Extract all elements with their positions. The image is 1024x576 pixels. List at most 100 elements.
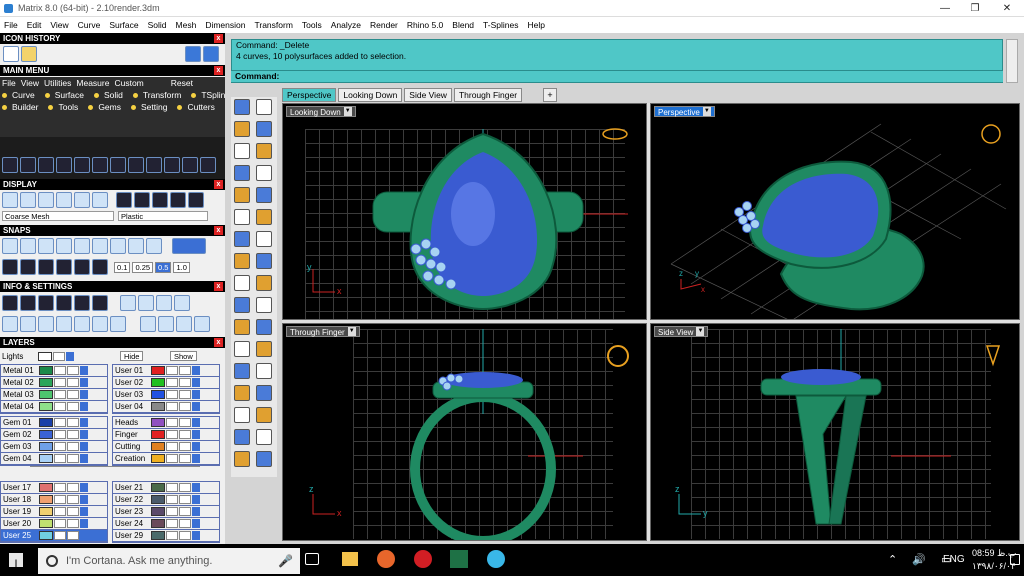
- viewport-side-view[interactable]: Side View ▼ z y: [650, 323, 1020, 541]
- menu-item[interactable]: T-Splines: [483, 20, 518, 30]
- main-menu-item[interactable]: Curve: [2, 90, 40, 100]
- info-icon[interactable]: [20, 316, 36, 332]
- main-menu-item[interactable]: TSpline: [191, 90, 225, 100]
- snap-toggle-button[interactable]: [172, 238, 206, 254]
- info-icon[interactable]: [56, 316, 72, 332]
- layer-icon[interactable]: [234, 429, 250, 445]
- layer-visibility-toggle[interactable]: [80, 531, 88, 540]
- curve-tool-icon[interactable]: [164, 157, 180, 173]
- grid-icon[interactable]: [74, 259, 90, 275]
- layer-lock-toggle[interactable]: [166, 483, 178, 492]
- layer-visibility-toggle[interactable]: [192, 519, 200, 528]
- boolean-icon[interactable]: [234, 275, 250, 291]
- render-icon[interactable]: [56, 192, 72, 208]
- layer-color-swatch[interactable]: [39, 507, 53, 516]
- box-icon[interactable]: [234, 231, 250, 247]
- info-icon[interactable]: [38, 316, 54, 332]
- layer-render-toggle[interactable]: [179, 519, 191, 528]
- layer-visibility-toggle[interactable]: [192, 454, 200, 463]
- fillet-icon[interactable]: [256, 275, 272, 291]
- mesh-select[interactable]: Coarse Mesh: [2, 211, 114, 221]
- menu-item[interactable]: Render: [370, 20, 398, 30]
- layer-render-toggle[interactable]: [67, 378, 79, 387]
- settings-icon[interactable]: [20, 295, 36, 311]
- layer-tool-icon[interactable]: [194, 316, 210, 332]
- menu-item[interactable]: Surface: [109, 20, 138, 30]
- show-button[interactable]: Show: [170, 351, 197, 361]
- rectangle-icon[interactable]: [256, 165, 272, 181]
- layer-tool-icon[interactable]: [158, 316, 174, 332]
- forward-arrow-icon[interactable]: [203, 46, 219, 62]
- layer-render-toggle[interactable]: [67, 483, 79, 492]
- layer-render-toggle[interactable]: [179, 390, 191, 399]
- ellipse-icon[interactable]: [234, 187, 250, 203]
- menu-item[interactable]: Curve: [78, 20, 101, 30]
- grid-icon[interactable]: [92, 259, 108, 275]
- layer-render-toggle[interactable]: [179, 366, 191, 375]
- layer-row[interactable]: Finger: [113, 429, 219, 440]
- main-menu-item[interactable]: Cutters: [177, 102, 219, 112]
- layer-lock-toggle[interactable]: [166, 378, 178, 387]
- menu-item[interactable]: Rhino 5.0: [407, 20, 443, 30]
- layer-row[interactable]: Metal 03: [1, 389, 107, 400]
- viewport-looking-down[interactable]: Looking Down ▼ y x: [282, 103, 647, 320]
- layer-row[interactable]: User 18: [1, 494, 107, 505]
- paint-icon[interactable]: [234, 451, 250, 467]
- layer-row[interactable]: User 02: [113, 377, 219, 388]
- layer-color-swatch[interactable]: [39, 495, 53, 504]
- grid-icon[interactable]: [20, 259, 36, 275]
- render-icon[interactable]: [74, 192, 90, 208]
- layer-render-toggle[interactable]: [179, 495, 191, 504]
- hide-button[interactable]: Hide: [120, 351, 144, 361]
- tab-viewport[interactable]: Through Finger: [453, 88, 523, 102]
- layer-lock-toggle[interactable]: [54, 366, 66, 375]
- chevron-down-icon[interactable]: ▼: [347, 327, 356, 336]
- material-select[interactable]: Plastic: [118, 211, 208, 221]
- layer-color-swatch[interactable]: [151, 519, 165, 528]
- layer-color-swatch[interactable]: [39, 402, 53, 411]
- menu-item[interactable]: File: [4, 20, 18, 30]
- layer-visibility-toggle[interactable]: [192, 442, 200, 451]
- curve-tool-icon[interactable]: [128, 157, 144, 173]
- check-icon[interactable]: [256, 429, 272, 445]
- layer-visibility-toggle[interactable]: [80, 402, 88, 411]
- layer-visibility-toggle[interactable]: [192, 366, 200, 375]
- layer-tool-icon[interactable]: [120, 295, 136, 311]
- layer-render-toggle[interactable]: [179, 402, 191, 411]
- layer-color-swatch[interactable]: [151, 430, 165, 439]
- settings-icon[interactable]: [38, 295, 54, 311]
- layer-lock-toggle[interactable]: [166, 390, 178, 399]
- menu-item[interactable]: Mesh: [176, 20, 197, 30]
- layer-lock-toggle[interactable]: [166, 430, 178, 439]
- layer-render-toggle[interactable]: [179, 378, 191, 387]
- lights-row[interactable]: Lights: [0, 351, 74, 362]
- chevron-down-icon[interactable]: ▼: [702, 107, 711, 116]
- minimize-button[interactable]: —: [930, 0, 960, 17]
- open-folder-icon[interactable]: [21, 46, 37, 62]
- layer-visibility-toggle[interactable]: [192, 507, 200, 516]
- layer-color-swatch[interactable]: [39, 430, 53, 439]
- layer-lock-toggle[interactable]: [54, 418, 66, 427]
- layer-visibility-toggle[interactable]: [192, 483, 200, 492]
- snap-icon[interactable]: [110, 238, 126, 254]
- info-icon[interactable]: [92, 316, 108, 332]
- snap-value[interactable]: 0.25: [132, 261, 154, 273]
- layer-color-swatch[interactable]: [151, 378, 165, 387]
- main-menu-item[interactable]: Transform: [132, 90, 186, 100]
- menu-item[interactable]: Help: [527, 20, 544, 30]
- layer-visibility-toggle[interactable]: [80, 430, 88, 439]
- snap-icon[interactable]: [128, 238, 144, 254]
- main-menu-item[interactable]: Reset: [171, 78, 193, 88]
- snap-icon[interactable]: [92, 238, 108, 254]
- curve-icon[interactable]: [234, 165, 250, 181]
- snap-value[interactable]: 1.0: [173, 261, 190, 273]
- layer-row[interactable]: Gem 01: [1, 417, 107, 428]
- layer-lock-toggle[interactable]: [53, 352, 65, 361]
- curve-tool-icon[interactable]: [20, 157, 36, 173]
- menu-item[interactable]: Solid: [148, 20, 167, 30]
- curve-tool-icon[interactable]: [92, 157, 108, 173]
- notifications-icon[interactable]: [1010, 554, 1020, 565]
- maximize-button[interactable]: ❐: [960, 0, 990, 17]
- layer-color-swatch[interactable]: [151, 390, 165, 399]
- snap-icon[interactable]: [38, 238, 54, 254]
